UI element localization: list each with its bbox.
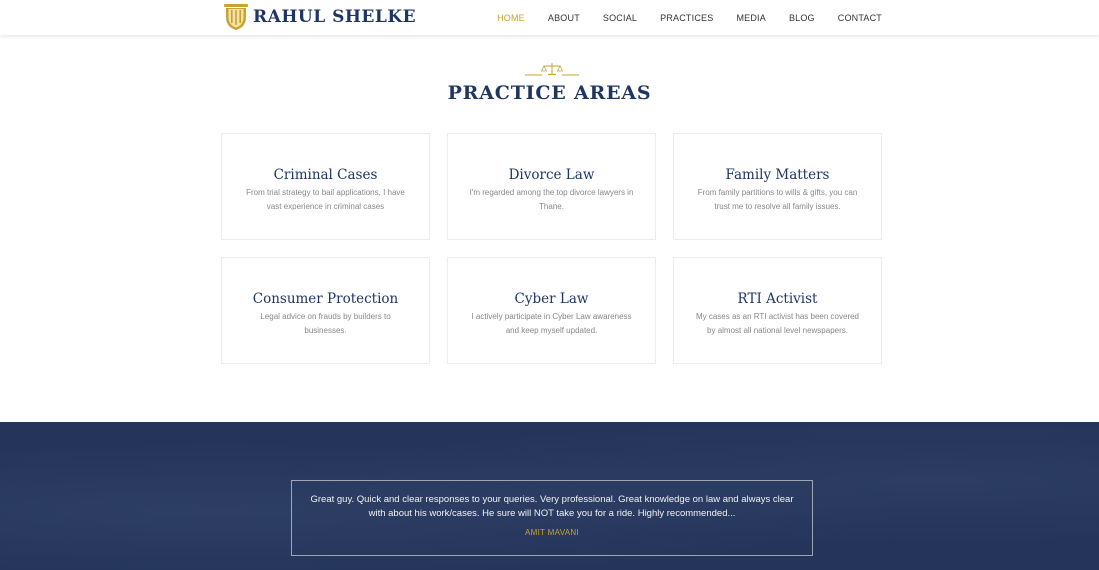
- main-nav: HOME ABOUT SOCIAL PRACTICES MEDIA BLOG C…: [474, 0, 882, 35]
- practice-card-family-matters[interactable]: Family Matters From family partitions to…: [673, 133, 882, 240]
- pillar-icon: [224, 4, 248, 30]
- nav-item-blog[interactable]: BLOG: [789, 13, 815, 23]
- testimonial-box: Great guy. Quick and clear responses to …: [291, 480, 813, 556]
- nav-item-home[interactable]: HOME: [497, 13, 525, 23]
- card-description: Legal advice on frauds by builders to bu…: [260, 312, 391, 335]
- site-header: RAHUL SHELKE HOME ABOUT SOCIAL PRACTICES…: [0, 0, 1099, 35]
- card-title: Criminal Cases: [273, 167, 378, 183]
- testimonial-section: Great guy. Quick and clear responses to …: [0, 422, 1099, 570]
- nav-item-about[interactable]: ABOUT: [548, 13, 580, 23]
- nav-item-practices[interactable]: PRACTICES: [660, 13, 713, 23]
- scales-of-justice-icon: [525, 63, 579, 76]
- card-title: RTI Activist: [737, 291, 818, 307]
- logo-link[interactable]: RAHUL SHELKE: [222, 3, 416, 31]
- card-title: Divorce Law: [508, 167, 595, 183]
- card-description: From trial strategy to bail applications…: [246, 188, 405, 211]
- card-description: I'm regarded among the top divorce lawye…: [469, 188, 634, 211]
- testimonial-author: AMIT MAVANI: [525, 528, 579, 537]
- card-description: From family partitions to wills & gifts,…: [697, 188, 858, 211]
- card-title: Cyber Law: [514, 291, 589, 307]
- practice-card-divorce-law[interactable]: Divorce Law I'm regarded among the top d…: [447, 133, 656, 240]
- practice-card-rti-activist[interactable]: RTI Activist My cases as an RTI activist…: [673, 257, 882, 364]
- brand-name: RAHUL SHELKE: [253, 7, 417, 27]
- practice-card-consumer-protection[interactable]: Consumer Protection Legal advice on frau…: [221, 257, 430, 364]
- practice-card-criminal-cases[interactable]: Criminal Cases From trial strategy to ba…: [221, 133, 430, 240]
- card-title: Consumer Protection: [252, 291, 399, 307]
- card-description: I actively participate in Cyber Law awar…: [471, 312, 632, 335]
- testimonial-quote: Great guy. Quick and clear responses to …: [310, 494, 794, 519]
- nav-item-social[interactable]: SOCIAL: [603, 13, 637, 23]
- card-title: Family Matters: [725, 167, 830, 183]
- nav-item-contact[interactable]: CONTACT: [838, 13, 882, 23]
- section-title: PRACTICE AREAS: [447, 82, 652, 104]
- card-description: My cases as an RTI activist has been cov…: [695, 312, 860, 335]
- practice-card-cyber-law[interactable]: Cyber Law I actively participate in Cybe…: [447, 257, 656, 364]
- nav-item-media[interactable]: MEDIA: [736, 13, 766, 23]
